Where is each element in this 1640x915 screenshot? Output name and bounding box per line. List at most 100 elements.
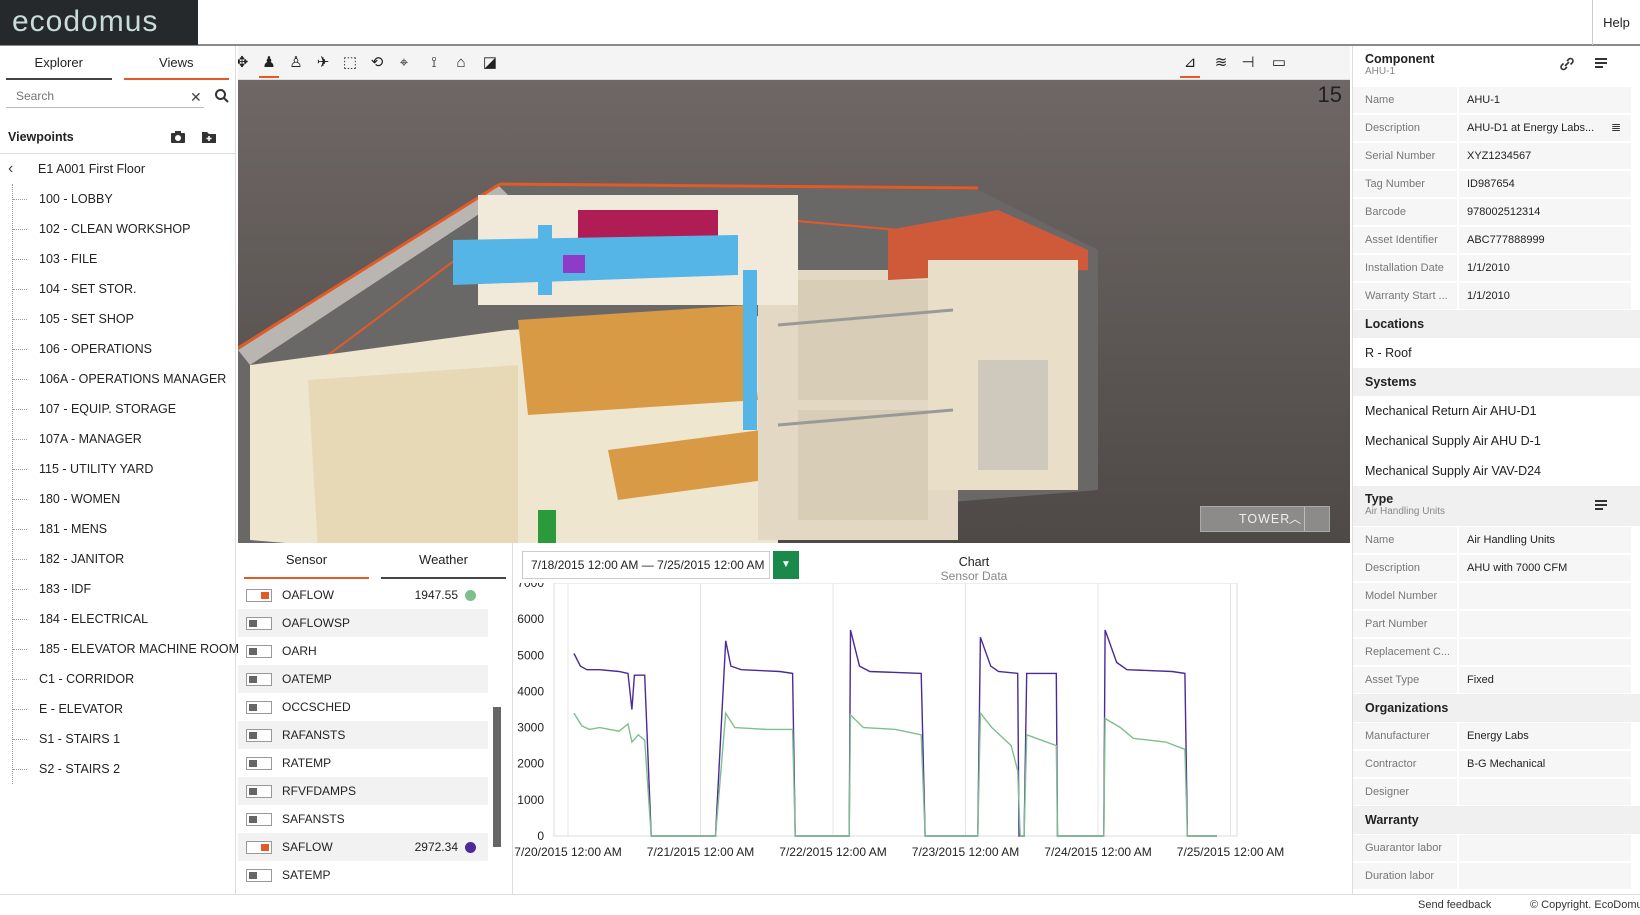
link-icon[interactable] (1559, 56, 1575, 72)
sensor-row[interactable]: OAFLOW 1947.55 (238, 581, 488, 609)
sensor-toggle[interactable] (246, 589, 272, 602)
sensor-row[interactable]: RFVFDAMPS (238, 777, 488, 805)
3d-viewer[interactable]: ✥ ♟ ♙ ✈ ⬚ ⟲ ⌖ ⟟ ⌂ ◪ ⊿ ≋ ⊣ ▭ 15 TOWER ︿ (238, 46, 1350, 543)
sensor-toggle[interactable] (246, 645, 272, 658)
sensor-toggle[interactable] (246, 757, 272, 770)
viewpoint-item[interactable]: 115 - UTILITY YARD (13, 454, 235, 484)
locations-list: R - Roof (1353, 338, 1640, 368)
help-button[interactable]: Help (1592, 0, 1640, 45)
chevron-up-icon[interactable]: ︿ (1289, 507, 1302, 531)
series-color-dot (465, 842, 476, 853)
viewpoint-item[interactable]: 183 - IDF (13, 574, 235, 604)
walk-icon[interactable]: ♟ (257, 51, 281, 78)
measure-icon[interactable]: ⟟ (422, 51, 446, 75)
section-icon[interactable]: ◪ (478, 51, 502, 75)
viewpoint-item[interactable]: 107A - MANAGER (13, 424, 235, 454)
sensor-toggle[interactable] (246, 701, 272, 714)
y-tick-label: 4000 (517, 684, 544, 698)
viewpoint-item[interactable]: S1 - STAIRS 1 (13, 724, 235, 754)
sensor-toggle[interactable] (246, 729, 272, 742)
fly-icon[interactable]: ✈ (311, 51, 335, 75)
sensor-row[interactable]: SAFLOW 2972.34 (238, 833, 488, 861)
viewpoint-item[interactable]: 106A - OPERATIONS MANAGER (13, 364, 235, 394)
window-icon[interactable]: ▭ (1267, 51, 1291, 75)
tab-weather[interactable]: Weather (375, 543, 512, 579)
tab-views[interactable]: Views (118, 46, 236, 80)
organization-properties: Manufacturer Energy Labs Contractor B-G Mec… (1353, 722, 1640, 806)
floor-item[interactable]: ‹ E1 A001 First Floor (0, 154, 235, 184)
viewpoint-item[interactable]: 182 - JANITOR (13, 544, 235, 574)
camera-icon[interactable] (170, 129, 186, 145)
cell-bg (1459, 863, 1631, 889)
viewpoint-item[interactable]: 103 - FILE (13, 244, 235, 274)
tower-selector[interactable]: TOWER ︿ (1200, 506, 1330, 532)
viewpoint-item[interactable]: S2 - STAIRS 2 (13, 754, 235, 784)
list-item[interactable]: R - Roof (1353, 338, 1640, 368)
clear-search-icon[interactable]: ✕ (190, 89, 202, 106)
viewpoint-item[interactable]: 100 - LOBBY (13, 184, 235, 214)
sensor-row[interactable]: SATEMP (238, 861, 488, 889)
tab-sensor[interactable]: Sensor (238, 543, 375, 579)
split-icon[interactable]: ⊣ (1236, 51, 1260, 75)
send-feedback-link[interactable]: Send feedback (1418, 899, 1491, 911)
zoom-box-icon[interactable]: ⬚ (338, 51, 362, 75)
viewpoint-item[interactable]: 105 - SET SHOP (13, 304, 235, 334)
property-key: Part Number (1365, 618, 1428, 630)
list-item[interactable]: Mechanical Supply Air AHU D-1 (1353, 426, 1640, 456)
type-details-icon[interactable] (1593, 498, 1609, 514)
chart-toggle-icon[interactable]: ⊿ (1178, 51, 1202, 78)
list-item[interactable]: Mechanical Return Air AHU-D1 (1353, 396, 1640, 426)
type-properties: Name Air Handling Units Description AHU wit… (1353, 526, 1640, 694)
sensor-row[interactable]: RAFANSTS (238, 721, 488, 749)
viewpoint-item[interactable]: 107 - EQUIP. STORAGE (13, 394, 235, 424)
y-tick-label: 2000 (517, 757, 544, 771)
viewpoint-item[interactable]: 102 - CLEAN WORKSHOP (13, 214, 235, 244)
tab-explorer[interactable]: Explorer (0, 46, 118, 80)
details-icon[interactable] (1593, 56, 1609, 72)
viewpoint-item[interactable]: E - ELEVATOR (13, 694, 235, 724)
component-header: Component AHU-1 (1353, 46, 1640, 86)
sensor-row[interactable]: SAFANSTS (238, 805, 488, 833)
date-range-dropdown-icon[interactable]: ▼ (773, 551, 799, 579)
viewpoint-item[interactable]: 180 - WOMEN (13, 484, 235, 514)
person-icon[interactable]: ♙ (284, 51, 308, 75)
home-icon[interactable]: ⌂ (449, 51, 473, 75)
orbit-icon[interactable]: ⟲ (365, 51, 389, 75)
sensor-row[interactable]: OAFLOWSP (238, 609, 488, 637)
viewpoint-item[interactable]: 104 - SET STOR. (13, 274, 235, 304)
layers-icon[interactable]: ≋ (1209, 51, 1233, 75)
sensor-row[interactable]: OCCSCHED (238, 693, 488, 721)
scroll-thumb[interactable] (493, 707, 501, 847)
back-chevron-icon[interactable]: ‹ (8, 154, 13, 184)
sensor-line-chart[interactable]: 0 1000 2000 3000 4000 5000 6000 7000 7/20/2015 1… (514, 583, 1350, 894)
search-row: ✕ (6, 80, 229, 112)
ecodomus-logo[interactable]: ecodomus (0, 0, 198, 45)
organizations-header: Organizations (1353, 694, 1640, 722)
sensor-row[interactable]: OARH (238, 637, 488, 665)
expand-text-icon[interactable]: ≣ (1611, 120, 1621, 134)
viewpoint-item[interactable]: 106 - OPERATIONS (13, 334, 235, 364)
viewpoint-item[interactable]: 184 - ELECTRICAL (13, 604, 235, 634)
sensor-row[interactable]: RATEMP (238, 749, 488, 777)
search-icon[interactable] (214, 88, 230, 104)
viewpoint-item[interactable]: C1 - CORRIDOR (13, 664, 235, 694)
left-panel: Explorer Views ✕ Viewpoints ‹ E1 A001 Fi… (0, 46, 239, 894)
sensor-scrollbar[interactable] (490, 581, 504, 891)
search-input[interactable] (6, 84, 204, 108)
date-range-field[interactable]: 7/18/2015 12:00 AM — 7/25/2015 12:00 AM (522, 551, 770, 579)
building-model[interactable] (238, 80, 1350, 543)
sensor-toggle[interactable] (246, 813, 272, 826)
sensor-toggle[interactable] (246, 841, 272, 854)
sensor-toggle[interactable] (246, 785, 272, 798)
property-value: 978002512314 (1467, 206, 1541, 218)
viewpoint-item[interactable]: 185 - ELEVATOR MACHINE ROOM (13, 634, 239, 664)
list-item[interactable]: Mechanical Supply Air VAV-D24 (1353, 456, 1640, 486)
pan-icon[interactable]: ✥ (238, 51, 254, 75)
sensor-toggle[interactable] (246, 617, 272, 630)
sensor-toggle[interactable] (246, 869, 272, 882)
target-icon[interactable]: ⌖ (392, 51, 416, 75)
sensor-toggle[interactable] (246, 673, 272, 686)
sensor-row[interactable]: OATEMP (238, 665, 488, 693)
add-folder-icon[interactable] (201, 129, 217, 145)
viewpoint-item[interactable]: 181 - MENS (13, 514, 235, 544)
